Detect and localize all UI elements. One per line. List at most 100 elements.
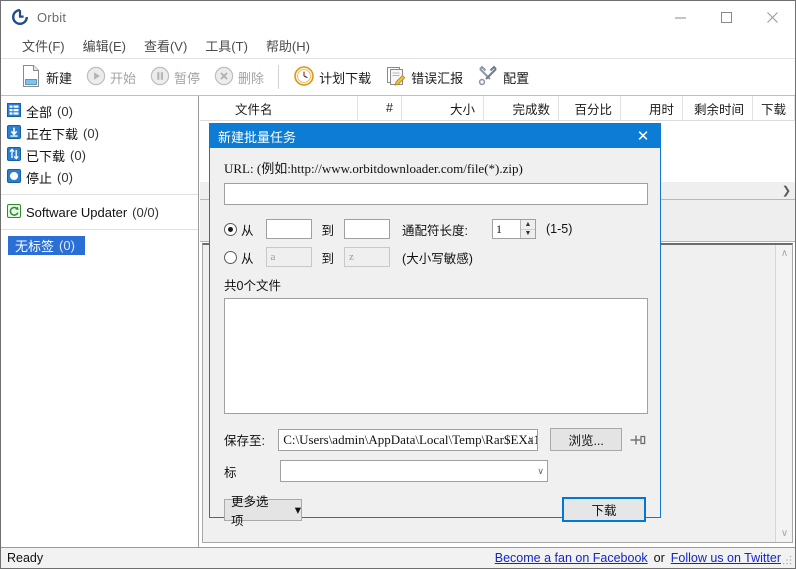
- error-report-button[interactable]: 错误汇报: [378, 60, 470, 94]
- download-button[interactable]: 下载: [562, 497, 646, 522]
- error-report-label: 错误汇报: [411, 70, 464, 86]
- numeric-range-radio[interactable]: [224, 222, 237, 236]
- case-sensitive-hint: (大小写敏感): [402, 251, 473, 266]
- menu-tools[interactable]: 工具(T): [196, 33, 257, 58]
- sidebar-item-stopped-count: (0): [57, 169, 73, 185]
- sidebar-item-downloaded[interactable]: 已下载 (0): [1, 144, 198, 166]
- sidebar-item-downloading-count: (0): [83, 125, 99, 141]
- statusbar: Ready Become a fan on Facebook or Follow…: [1, 547, 795, 568]
- menu-file[interactable]: 文件(F): [13, 33, 74, 58]
- tag-chevron-down-icon[interactable]: ∨: [537, 461, 544, 481]
- vertical-scrollbar[interactable]: ∧ ∨: [775, 245, 792, 542]
- file-preview-list[interactable]: [224, 298, 648, 414]
- wildcard-range-hint: (1-5): [546, 222, 573, 236]
- sidebar-item-software-updater-count: (0/0): [132, 204, 159, 220]
- window-titlebar: Orbit: [1, 1, 795, 33]
- sidebar-item-untagged-label: 无标签: [15, 239, 55, 254]
- more-options-button[interactable]: 更多选项 ▾: [224, 495, 302, 528]
- alpha-range-row: 从 a 到 z (大小写敏感): [224, 247, 646, 267]
- dialog-body: URL: (例如:http://www.orbitdownloader.com/…: [210, 148, 660, 528]
- scheduled-download-label: 计划下载: [319, 70, 372, 86]
- alpha-from-input[interactable]: a: [265, 247, 312, 267]
- start-label: 开始: [110, 70, 137, 86]
- sidebar-item-software-updater-label: Software Updater: [26, 204, 128, 220]
- column-header-index[interactable]: #: [358, 96, 402, 120]
- sidebar-item-all[interactable]: 全部 (0): [1, 100, 198, 122]
- file-count-label: 共0个文件: [224, 279, 281, 293]
- numeric-from-input[interactable]: [265, 219, 312, 239]
- sidebar-divider-2: [1, 229, 198, 230]
- downloaded-icon: [7, 146, 21, 164]
- stepper-down-icon[interactable]: ▼: [521, 229, 536, 238]
- new-task-label: 新建: [46, 70, 73, 86]
- wildcard-length-stepper[interactable]: 1 ▲ ▼: [492, 219, 537, 239]
- column-header-filename[interactable]: 文件名: [200, 96, 358, 120]
- numeric-from-label: 从: [241, 223, 254, 238]
- pause-button[interactable]: 暂停: [143, 60, 207, 94]
- new-task-button[interactable]: 新建: [13, 60, 79, 94]
- orbit-logo-icon: [12, 9, 28, 25]
- numeric-to-input[interactable]: [344, 219, 391, 239]
- close-button[interactable]: [749, 1, 795, 33]
- scroll-down-icon[interactable]: ∨: [776, 525, 793, 542]
- maximize-button[interactable]: [703, 1, 749, 33]
- dialog-titlebar: 新建批量任务 ✕: [210, 124, 660, 148]
- tag-row: 标 ∨: [224, 460, 646, 482]
- chevron-down-icon[interactable]: ∨: [528, 430, 535, 450]
- sidebar-item-downloaded-label: 已下载: [26, 148, 66, 164]
- stepper-up-icon[interactable]: ▲: [521, 220, 536, 230]
- sidebar-item-software-updater[interactable]: Software Updater (0/0): [1, 201, 198, 223]
- numeric-to-label: 到: [321, 223, 335, 238]
- sidebar-item-stopped[interactable]: 停止 (0): [1, 166, 198, 188]
- alpha-to-input[interactable]: z: [344, 247, 391, 267]
- column-header-elapsed[interactable]: 用时: [621, 96, 683, 120]
- sidebar-item-downloaded-count: (0): [70, 147, 86, 163]
- pin-icon[interactable]: [630, 433, 646, 447]
- delete-label: 删除: [238, 70, 265, 86]
- column-header-remaining[interactable]: 剩余时间: [683, 96, 753, 120]
- url-input[interactable]: [224, 183, 648, 205]
- url-label: URL: (例如:http://www.orbitdownloader.com/…: [224, 161, 523, 176]
- tag-combo[interactable]: ∨: [280, 460, 548, 482]
- tag-label: 标: [224, 465, 237, 480]
- start-button[interactable]: 开始: [79, 60, 143, 94]
- new-document-icon: [20, 64, 42, 91]
- report-icon: [385, 65, 407, 90]
- delete-button[interactable]: 删除: [207, 60, 271, 94]
- dialog-close-button[interactable]: ✕: [626, 124, 660, 148]
- scheduled-download-button[interactable]: 计划下载: [286, 60, 378, 94]
- settings-label: 配置: [503, 70, 530, 86]
- downloading-icon: [7, 124, 21, 142]
- wildcard-length-value: 1: [496, 221, 503, 236]
- menu-edit[interactable]: 编辑(E): [74, 33, 135, 58]
- scroll-right-icon[interactable]: ❯: [778, 182, 795, 199]
- menu-help[interactable]: 帮助(H): [257, 33, 319, 58]
- alpha-from-label: 从: [241, 251, 254, 266]
- twitter-link[interactable]: Follow us on Twitter: [671, 551, 781, 565]
- pause-label: 暂停: [174, 70, 201, 86]
- sidebar-item-downloading[interactable]: 正在下载 (0): [1, 122, 198, 144]
- alpha-range-radio[interactable]: [224, 250, 237, 264]
- save-path-combo[interactable]: C:\Users\admin\AppData\Local\Temp\Rar$EX…: [278, 428, 539, 451]
- scroll-up-icon[interactable]: ∧: [776, 245, 793, 262]
- column-header-completed[interactable]: 完成数: [484, 96, 559, 120]
- sidebar-item-stopped-label: 停止: [26, 170, 53, 186]
- sidebar-item-untagged[interactable]: 无标签 (0): [8, 236, 85, 255]
- sidebar-divider-1: [1, 194, 198, 195]
- wildcard-stepper-buttons[interactable]: ▲ ▼: [520, 220, 536, 238]
- column-header-size[interactable]: 大小: [402, 96, 484, 120]
- facebook-link[interactable]: Become a fan on Facebook: [495, 551, 648, 565]
- pause-icon: [150, 66, 170, 89]
- settings-button[interactable]: 配置: [470, 60, 536, 94]
- status-text: Ready: [7, 551, 44, 565]
- column-header-download[interactable]: 下载: [753, 96, 795, 120]
- minimize-button[interactable]: [657, 1, 703, 33]
- column-header-percent[interactable]: 百分比: [559, 96, 621, 120]
- menu-view[interactable]: 查看(V): [135, 33, 196, 58]
- browse-button[interactable]: 浏览...: [550, 428, 622, 451]
- download-list-header: 文件名 # 大小 完成数 百分比 用时 剩余时间 下载: [200, 96, 795, 121]
- sidebar: 全部 (0) 正在下载 (0) 已下载 (0) 停止 (0) Software …: [1, 96, 199, 548]
- resize-grip[interactable]: [781, 554, 793, 566]
- sidebar-item-untagged-count: (0): [59, 238, 75, 253]
- orbit-application-window: Orbit 文件(F) 编辑(E) 查看(V) 工具(T) 帮助(H) 新建 开…: [0, 0, 796, 569]
